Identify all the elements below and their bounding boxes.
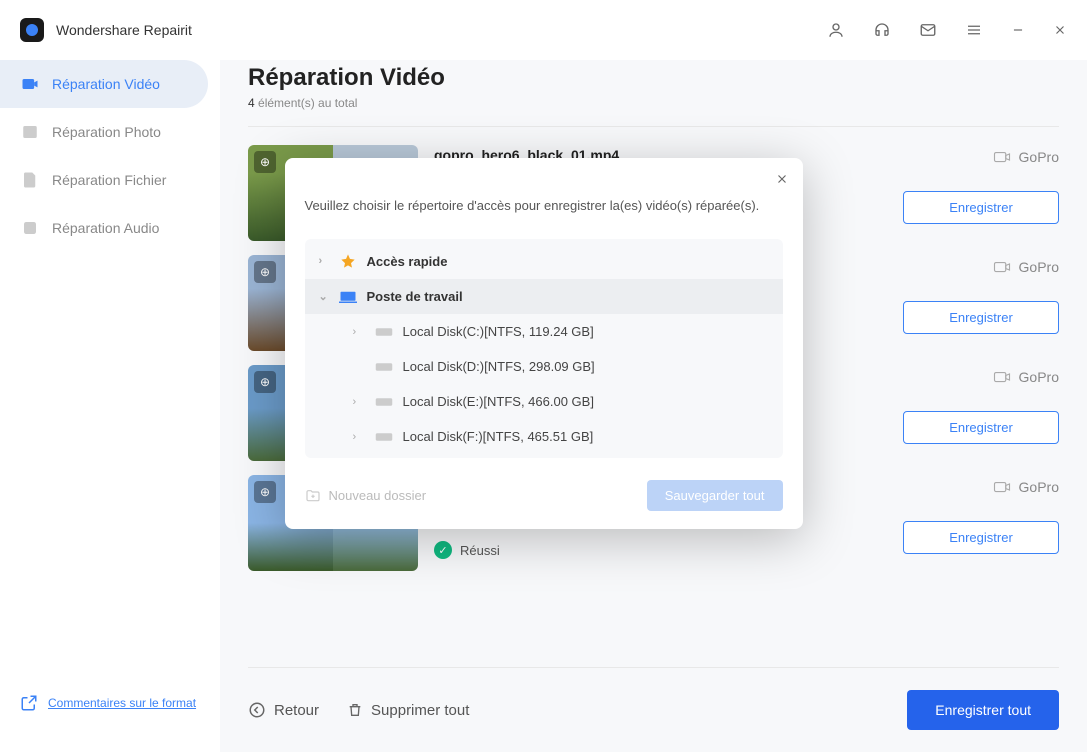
tree-workstation[interactable]: ⌄ Poste de travail bbox=[305, 279, 783, 314]
chevron-right-icon: › bbox=[353, 431, 363, 443]
disk-icon bbox=[375, 396, 393, 408]
computer-icon bbox=[339, 290, 357, 304]
chevron-down-icon: ⌄ bbox=[319, 290, 329, 303]
chevron-right-icon: › bbox=[353, 396, 363, 408]
tree-disk-f[interactable]: › Local Disk(F:)[NTFS, 465.51 GB] bbox=[305, 419, 783, 454]
chevron-right-icon: › bbox=[353, 326, 363, 338]
disk-icon bbox=[375, 326, 393, 338]
folder-plus-icon bbox=[305, 488, 321, 504]
close-icon[interactable] bbox=[775, 172, 789, 186]
disk-icon bbox=[375, 431, 393, 443]
save-directory-modal: Veuillez choisir le répertoire d'accès p… bbox=[285, 158, 803, 529]
tree-disk-d[interactable]: Local Disk(D:)[NTFS, 298.09 GB] bbox=[305, 349, 783, 384]
tree-disk-c[interactable]: › Local Disk(C:)[NTFS, 119.24 GB] bbox=[305, 314, 783, 349]
tree-quick-access[interactable]: › Accès rapide bbox=[305, 243, 783, 279]
star-icon bbox=[339, 253, 357, 269]
save-all-modal-button[interactable]: Sauvegarder tout bbox=[647, 480, 783, 511]
chevron-right-icon: › bbox=[319, 255, 329, 267]
modal-instruction: Veuillez choisir le répertoire d'accès p… bbox=[305, 198, 783, 213]
new-folder-button[interactable]: Nouveau dossier bbox=[305, 488, 427, 504]
directory-tree: › Accès rapide ⌄ Poste de travail › Loca… bbox=[305, 239, 783, 458]
disk-icon bbox=[375, 361, 393, 373]
tree-disk-e[interactable]: › Local Disk(E:)[NTFS, 466.00 GB] bbox=[305, 384, 783, 419]
modal-overlay: Veuillez choisir le répertoire d'accès p… bbox=[0, 0, 1087, 752]
